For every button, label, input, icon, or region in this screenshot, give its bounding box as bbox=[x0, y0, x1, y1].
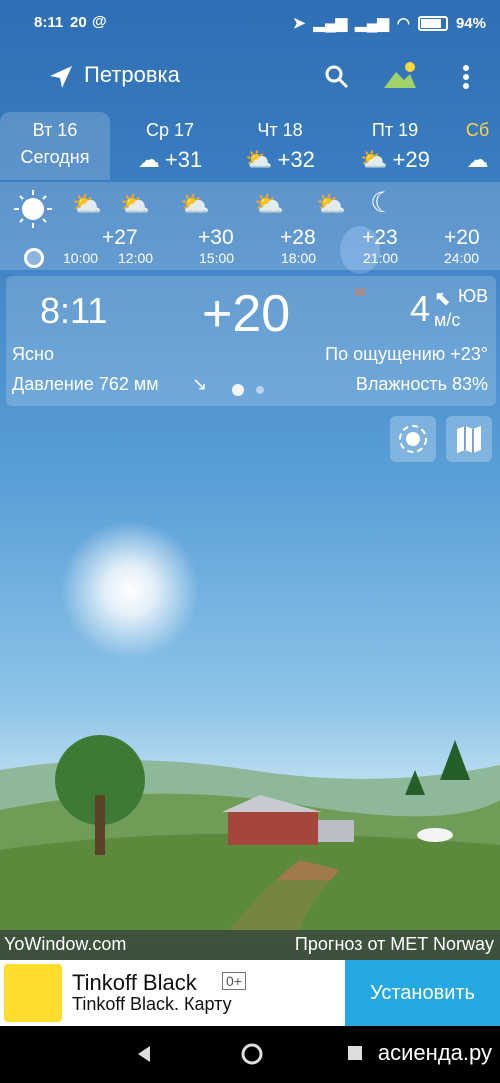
day-sub: Сегодня bbox=[20, 147, 90, 167]
age-badge: 0+ bbox=[222, 972, 246, 990]
sun-icon bbox=[14, 190, 52, 228]
sun-glow bbox=[60, 520, 200, 660]
day-name: Вт 16 bbox=[32, 120, 78, 140]
hour-time: 18:00 bbox=[281, 250, 317, 266]
page-dot bbox=[256, 386, 264, 394]
hour-temp: +23 bbox=[362, 226, 398, 249]
status-temp: 20 bbox=[70, 14, 87, 31]
back-icon[interactable] bbox=[134, 1044, 154, 1064]
cloud-icon: ☁ bbox=[137, 147, 160, 172]
forecast-source[interactable]: Прогноз от MET Norway bbox=[295, 934, 494, 955]
search-icon[interactable] bbox=[324, 64, 350, 90]
more-icon[interactable] bbox=[458, 64, 474, 90]
hour-time: 12:00 bbox=[118, 250, 154, 266]
day-name: Пт 19 bbox=[371, 120, 419, 140]
hour-temp: +28 bbox=[280, 226, 316, 249]
hour-temp: +27 bbox=[102, 226, 138, 249]
day-tab-sat[interactable]: Сб ☁ bbox=[455, 112, 500, 180]
signal2-icon: ▂▄▆ bbox=[355, 15, 389, 32]
status-at-icon: @ bbox=[92, 13, 107, 30]
hour-time: 21:00 bbox=[363, 250, 399, 266]
feels-like: По ощущению +23° bbox=[325, 344, 488, 364]
wind-direction: ЮВ bbox=[458, 286, 489, 306]
day-tab-fri[interactable]: Пт 19 ⛅ +29 bbox=[345, 112, 445, 180]
landscape-illustration bbox=[0, 735, 500, 930]
location-icon: ➤ bbox=[292, 15, 306, 32]
landscape-icon[interactable] bbox=[382, 60, 418, 90]
recents-icon[interactable] bbox=[346, 1044, 364, 1062]
status-icons: ➤ ▂▄▆ ▂▄▆ ◠ 94% bbox=[292, 14, 486, 33]
humidity: Влажность 83% bbox=[355, 374, 488, 394]
now-indicator bbox=[24, 248, 44, 268]
sun-cloud-icon: ⛅ bbox=[360, 147, 388, 172]
radar-button[interactable] bbox=[390, 416, 436, 462]
wind-speed: 4 bbox=[410, 288, 431, 329]
map-button[interactable] bbox=[446, 416, 492, 462]
status-time: 8:11 bbox=[34, 14, 64, 31]
hour-temp: +20 bbox=[444, 226, 480, 249]
day-name: Сб bbox=[465, 120, 490, 140]
wind-unit: м/с bbox=[434, 310, 461, 330]
tinkoff-logo bbox=[4, 964, 62, 1022]
system-nav-bar: асиенда.ру bbox=[0, 1026, 500, 1083]
credits-bar: YoWindow.com Прогноз от MET Norway bbox=[0, 930, 500, 960]
day-temp: +29 bbox=[392, 147, 430, 172]
battery-percent: 94% bbox=[455, 14, 486, 32]
location-arrow-icon[interactable] bbox=[48, 64, 74, 90]
hour-time: 10:00 bbox=[63, 250, 99, 266]
pressure: Давление 762 мм bbox=[12, 374, 159, 394]
ad-banner[interactable]: Tinkoff Black 0+ Tinkoff Black. Карту Ус… bbox=[0, 960, 500, 1026]
ad-subtitle: Tinkoff Black. Карту bbox=[72, 994, 232, 1014]
condition-text: Ясно bbox=[12, 344, 54, 364]
ad-title: Tinkoff Black bbox=[72, 970, 197, 995]
radar-icon bbox=[399, 425, 427, 453]
wifi-icon: ◠ bbox=[396, 15, 410, 32]
sun-cloud-icon: ⛅ bbox=[180, 191, 210, 218]
sun-cloud-icon: ⛅ bbox=[72, 191, 102, 218]
hour-time: 15:00 bbox=[199, 250, 235, 266]
hour-time: 24:00 bbox=[444, 250, 480, 266]
watermark: асиенда.ру bbox=[377, 1040, 492, 1065]
sun-cloud-icon: ⛅ bbox=[254, 191, 284, 218]
day-tab-thu[interactable]: Чт 18 ⛅ +32 bbox=[230, 112, 330, 180]
day-temp: +31 bbox=[164, 147, 203, 172]
days-forecast: Вт 16 Сегодня Ср 17 ☁ +31 Чт 18 ⛅ +32 Пт… bbox=[0, 112, 500, 182]
day-tab-wed[interactable]: Ср 17 ☁ +31 bbox=[120, 112, 220, 180]
page-dot-active bbox=[232, 384, 244, 396]
pressure-trend-icon: ↘ bbox=[192, 374, 208, 394]
app-bar: Петровка bbox=[0, 52, 500, 100]
battery-icon bbox=[417, 15, 448, 31]
install-button[interactable]: Установить bbox=[345, 960, 500, 1026]
cloud-icon: ☁ bbox=[466, 147, 489, 172]
yowindow-link[interactable]: YoWindow.com bbox=[4, 934, 126, 955]
current-conditions-card[interactable]: 8:11 +20 4 ⬉ ЮВ м/с Ясно По ощущению +23… bbox=[6, 276, 496, 406]
current-time: 8:11 bbox=[40, 290, 108, 331]
current-temp: +20 bbox=[202, 285, 291, 343]
day-tab-today[interactable]: Вт 16 Сегодня bbox=[0, 112, 110, 180]
sun-cloud-icon: ⛅ bbox=[120, 191, 150, 218]
wind-direction-icon: ⬉ bbox=[434, 288, 451, 310]
hourly-forecast[interactable]: ⛅ ⛅ ⛅ ⛅ ⛅ ☾ +27 +30 +28 +23 +20 10:00 12… bbox=[0, 182, 500, 270]
sun-cloud-icon: ⛅ bbox=[316, 191, 346, 218]
day-temp: +32 bbox=[277, 147, 315, 172]
home-icon[interactable] bbox=[240, 1042, 264, 1066]
city-name[interactable]: Петровка bbox=[84, 62, 180, 88]
map-icon bbox=[457, 426, 481, 453]
day-name: Ср 17 bbox=[145, 120, 195, 140]
signal-icon: ▂▄▆ bbox=[313, 15, 348, 32]
day-name: Чт 18 bbox=[257, 120, 303, 140]
hour-temp: +30 bbox=[198, 226, 234, 249]
weather-app-screen: { "status_bar": { "time": "8:11", "temp"… bbox=[0, 0, 500, 1083]
moon-icon: ☾ bbox=[370, 187, 396, 218]
sun-cloud-icon: ⛅ bbox=[245, 147, 273, 172]
status-bar: 8:11 20 @ ➤ ▂▄▆ ▂▄▆ ◠ 94% bbox=[0, 0, 500, 44]
